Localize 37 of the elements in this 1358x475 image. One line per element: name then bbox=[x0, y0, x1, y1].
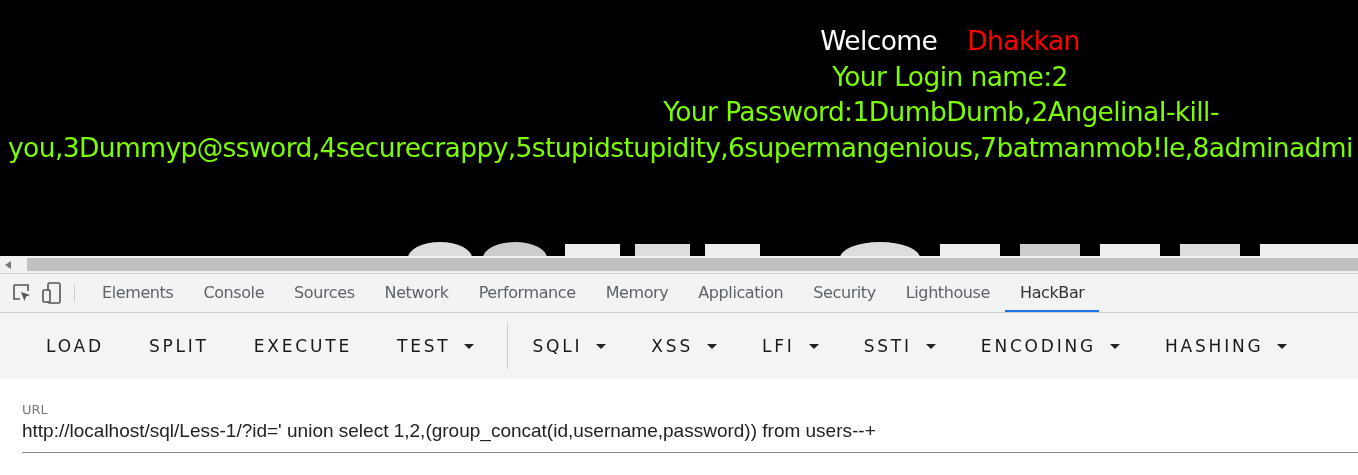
devtools-tab[interactable]: Security bbox=[798, 274, 891, 312]
hackbar-button[interactable]: LOAD bbox=[28, 328, 122, 364]
caret-icon bbox=[1109, 343, 1120, 349]
devtools-tab[interactable]: Console bbox=[188, 274, 280, 312]
scroll-left-icon[interactable] bbox=[5, 260, 11, 269]
scrollbar-thumb[interactable] bbox=[27, 258, 1358, 271]
devtools-tab[interactable]: Performance bbox=[463, 274, 591, 312]
caret-icon bbox=[464, 343, 475, 349]
hackbar-button[interactable]: LFI bbox=[744, 328, 837, 364]
hackbar-button[interactable]: HASHING bbox=[1146, 328, 1306, 364]
hackbar-button[interactable]: SPLIT bbox=[130, 328, 227, 364]
device-icon[interactable] bbox=[42, 282, 62, 304]
user-name: Dhakkan bbox=[967, 24, 1080, 58]
password-text: Your Password:1DumbDumb,2AngelinaI-kill- bbox=[663, 95, 1219, 129]
url-field[interactable]: http://localhost/sql/Less-1/?id=' union select 1,2,(group_concat(id,username,password)) from users--+ bbox=[22, 417, 1358, 453]
password-text: you,3Dummyp@ssword,4securecrappy,5stupidstupidity,6supermangenious,7batmanmob!le,8adminadmi bbox=[8, 131, 1353, 163]
devtools-tab[interactable]: Memory bbox=[590, 274, 684, 312]
hackbar-button[interactable]: SSTI bbox=[845, 328, 954, 364]
devtools-tab[interactable]: Application bbox=[683, 274, 799, 312]
hackbar-button[interactable]: EXECUTE bbox=[235, 328, 370, 364]
caret-icon bbox=[707, 343, 717, 349]
url-label: URL bbox=[22, 402, 49, 417]
welcome-text: Welcome bbox=[820, 24, 938, 58]
caret-icon bbox=[925, 343, 936, 349]
hackbar-button[interactable]: ENCODING bbox=[962, 328, 1138, 364]
hackbar-button[interactable]: XSS bbox=[633, 328, 735, 364]
login-name-text: Your Login name:2 bbox=[832, 59, 1068, 94]
devtools-tab[interactable]: Sources bbox=[279, 274, 370, 312]
devtools-tab[interactable]: Network bbox=[369, 274, 464, 312]
caret-icon bbox=[1277, 343, 1288, 349]
hackbar-button[interactable]: TEST bbox=[378, 328, 493, 364]
devtools-tab[interactable]: Elements bbox=[87, 274, 189, 312]
caret-icon bbox=[596, 343, 607, 349]
hackbar-button[interactable]: SQLI bbox=[514, 328, 625, 364]
inspect-icon[interactable] bbox=[12, 283, 32, 303]
devtools-tab[interactable]: Lighthouse bbox=[890, 274, 1005, 312]
caret-icon bbox=[808, 343, 819, 349]
